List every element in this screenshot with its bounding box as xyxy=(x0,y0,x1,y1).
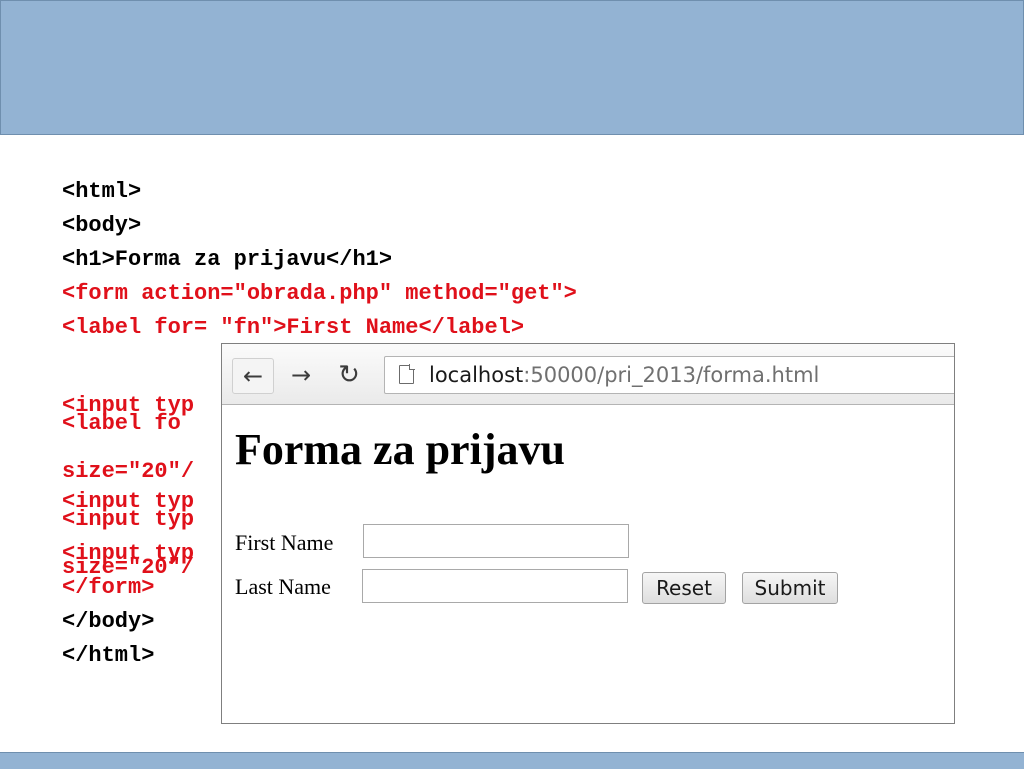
url-host: localhost xyxy=(429,363,524,387)
code-line: <h1>Forma za prijavu</h1> xyxy=(62,247,393,272)
url-text: localhost:50000/pri_2013/forma.html xyxy=(429,357,819,393)
last-name-input[interactable] xyxy=(362,569,628,603)
reset-button[interactable]: Reset xyxy=(642,572,726,604)
url-path: :50000/pri_2013/forma.html xyxy=(523,363,820,387)
forward-arrow-icon[interactable]: → xyxy=(284,358,318,392)
address-bar[interactable]: localhost:50000/pri_2013/forma.html xyxy=(384,356,954,394)
browser-toolbar: ← → ↻ localhost:50000/pri_2013/forma.htm… xyxy=(222,344,954,405)
code-line: <body> xyxy=(62,213,142,238)
submit-button[interactable]: Submit xyxy=(742,572,838,604)
title-banner xyxy=(0,0,1024,135)
code-line: <form action="obrada.php" method="get"> xyxy=(62,281,577,306)
reload-icon[interactable]: ↻ xyxy=(332,358,366,392)
code-line: <html> xyxy=(62,179,142,204)
back-arrow-icon[interactable]: ← xyxy=(232,358,274,394)
page-icon xyxy=(399,364,415,384)
page-heading: Forma za prijavu xyxy=(235,425,565,474)
browser-window: ← → ↻ localhost:50000/pri_2013/forma.htm… xyxy=(221,343,955,724)
first-name-input[interactable] xyxy=(363,524,629,558)
last-name-label: Last Name xyxy=(235,574,331,599)
first-name-label: First Name xyxy=(235,530,334,555)
footer-banner xyxy=(0,752,1024,769)
